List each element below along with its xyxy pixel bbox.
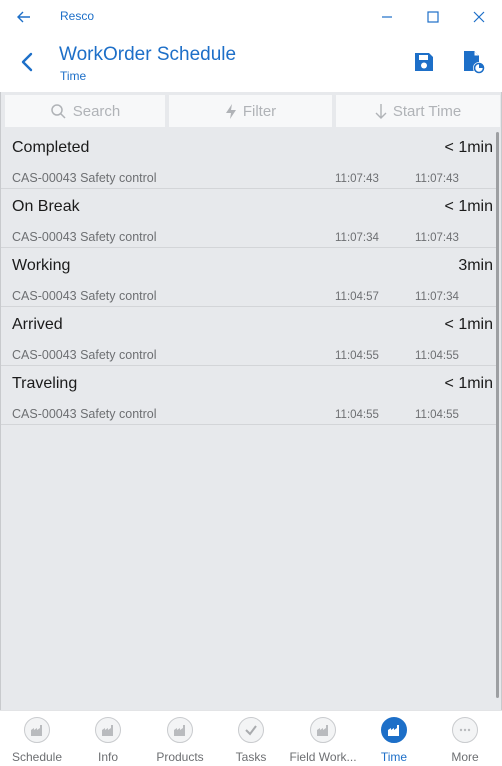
more-icon <box>452 717 478 743</box>
entry-status: Completed <box>12 139 90 156</box>
list-item[interactable]: Working 3min CAS-00043 Safety control 11… <box>1 248 497 307</box>
entry-duration: < 1min <box>444 316 493 333</box>
list-item[interactable]: On Break < 1min CAS-00043 Safety control… <box>1 189 497 248</box>
tab-tasks[interactable]: Tasks <box>214 711 286 766</box>
factory-icon <box>95 717 121 743</box>
entry-end-time: 11:07:43 <box>415 232 459 244</box>
entry-start-time: 11:04:55 <box>335 409 379 421</box>
bottom-nav: Schedule Info Products Tasks Field Work.… <box>0 710 502 766</box>
tab-label: Info <box>97 750 118 764</box>
filter-button[interactable]: Filter <box>169 95 332 127</box>
sort-button[interactable]: Start Time <box>336 95 500 127</box>
content-area: Search Filter Start Time Completed < 1mi… <box>0 92 502 710</box>
checkmark-icon <box>238 717 264 743</box>
minimize-button[interactable] <box>364 0 410 33</box>
minimize-icon <box>382 15 392 18</box>
tab-info[interactable]: Info <box>71 711 143 766</box>
search-button[interactable]: Search <box>5 95 165 127</box>
close-button[interactable] <box>456 0 502 33</box>
tab-label: Schedule <box>11 750 63 764</box>
page-title: WorkOrder Schedule <box>59 44 237 65</box>
tab-products[interactable]: Products <box>143 711 215 766</box>
tab-more[interactable]: More <box>428 711 500 766</box>
factory-icon <box>167 717 193 743</box>
tab-label: Time <box>380 750 408 764</box>
sort-label: Start Time <box>392 102 462 120</box>
window-title: Resco <box>60 9 95 23</box>
chevron-left-icon <box>21 52 33 72</box>
entry-description: CAS-00043 Safety control <box>12 289 157 303</box>
tab-field-work[interactable]: Field Work... <box>286 711 358 766</box>
back-button[interactable] <box>16 50 40 74</box>
tab-time[interactable]: Time <box>357 711 429 766</box>
entry-status: Traveling <box>12 375 78 392</box>
tab-label: Field Work... <box>289 750 357 764</box>
entry-end-time: 11:07:34 <box>415 291 459 303</box>
save-icon <box>415 53 433 71</box>
save-button[interactable] <box>412 50 436 74</box>
entry-description: CAS-00043 Safety control <box>12 171 157 185</box>
tab-label: More <box>451 750 479 764</box>
factory-icon <box>310 717 336 743</box>
search-icon <box>50 103 66 119</box>
factory-icon <box>24 717 50 743</box>
document-chart-icon <box>464 51 485 74</box>
close-icon <box>473 11 485 22</box>
entry-end-time: 11:07:43 <box>415 173 459 185</box>
entry-start-time: 11:07:43 <box>335 173 379 185</box>
time-entry-list: Completed < 1min CAS-00043 Safety contro… <box>1 130 497 425</box>
entry-end-time: 11:04:55 <box>415 409 459 421</box>
list-item[interactable]: Traveling < 1min CAS-00043 Safety contro… <box>1 366 497 425</box>
entry-duration: 3min <box>458 257 493 274</box>
maximize-button[interactable] <box>410 0 456 33</box>
tab-schedule[interactable]: Schedule <box>0 711 72 766</box>
window-back-button[interactable] <box>14 7 34 27</box>
list-item[interactable]: Arrived < 1min CAS-00043 Safety control … <box>1 307 497 366</box>
entry-start-time: 11:07:34 <box>335 232 379 244</box>
filter-label: Filter <box>242 102 277 120</box>
entry-status: Arrived <box>12 316 63 333</box>
entry-start-time: 11:04:57 <box>335 291 379 303</box>
page-subtitle: Time <box>60 69 87 83</box>
factory-icon <box>381 717 407 743</box>
entry-duration: < 1min <box>444 139 493 156</box>
list-item[interactable]: Completed < 1min CAS-00043 Safety contro… <box>1 130 497 189</box>
list-toolbar: Search Filter Start Time <box>1 92 501 128</box>
tab-label: Products <box>156 750 204 764</box>
entry-start-time: 11:04:55 <box>335 350 379 362</box>
arrow-left-icon <box>17 11 30 23</box>
entry-description: CAS-00043 Safety control <box>12 348 157 362</box>
scrollbar[interactable] <box>496 132 499 698</box>
search-label: Search <box>72 102 121 120</box>
entry-end-time: 11:04:55 <box>415 350 459 362</box>
maximize-icon <box>427 10 439 23</box>
page-header: WorkOrder Schedule Time <box>0 33 502 92</box>
entry-description: CAS-00043 Safety control <box>12 407 157 421</box>
entry-duration: < 1min <box>444 375 493 392</box>
tab-label: Tasks <box>235 750 267 764</box>
lightning-icon <box>225 103 236 119</box>
entry-duration: < 1min <box>444 198 493 215</box>
entry-description: CAS-00043 Safety control <box>12 230 157 244</box>
window-titlebar: Resco <box>0 0 502 33</box>
arrow-down-icon <box>375 103 387 119</box>
entry-status: Working <box>12 257 71 274</box>
report-button[interactable] <box>460 49 486 75</box>
entry-status: On Break <box>12 198 80 215</box>
